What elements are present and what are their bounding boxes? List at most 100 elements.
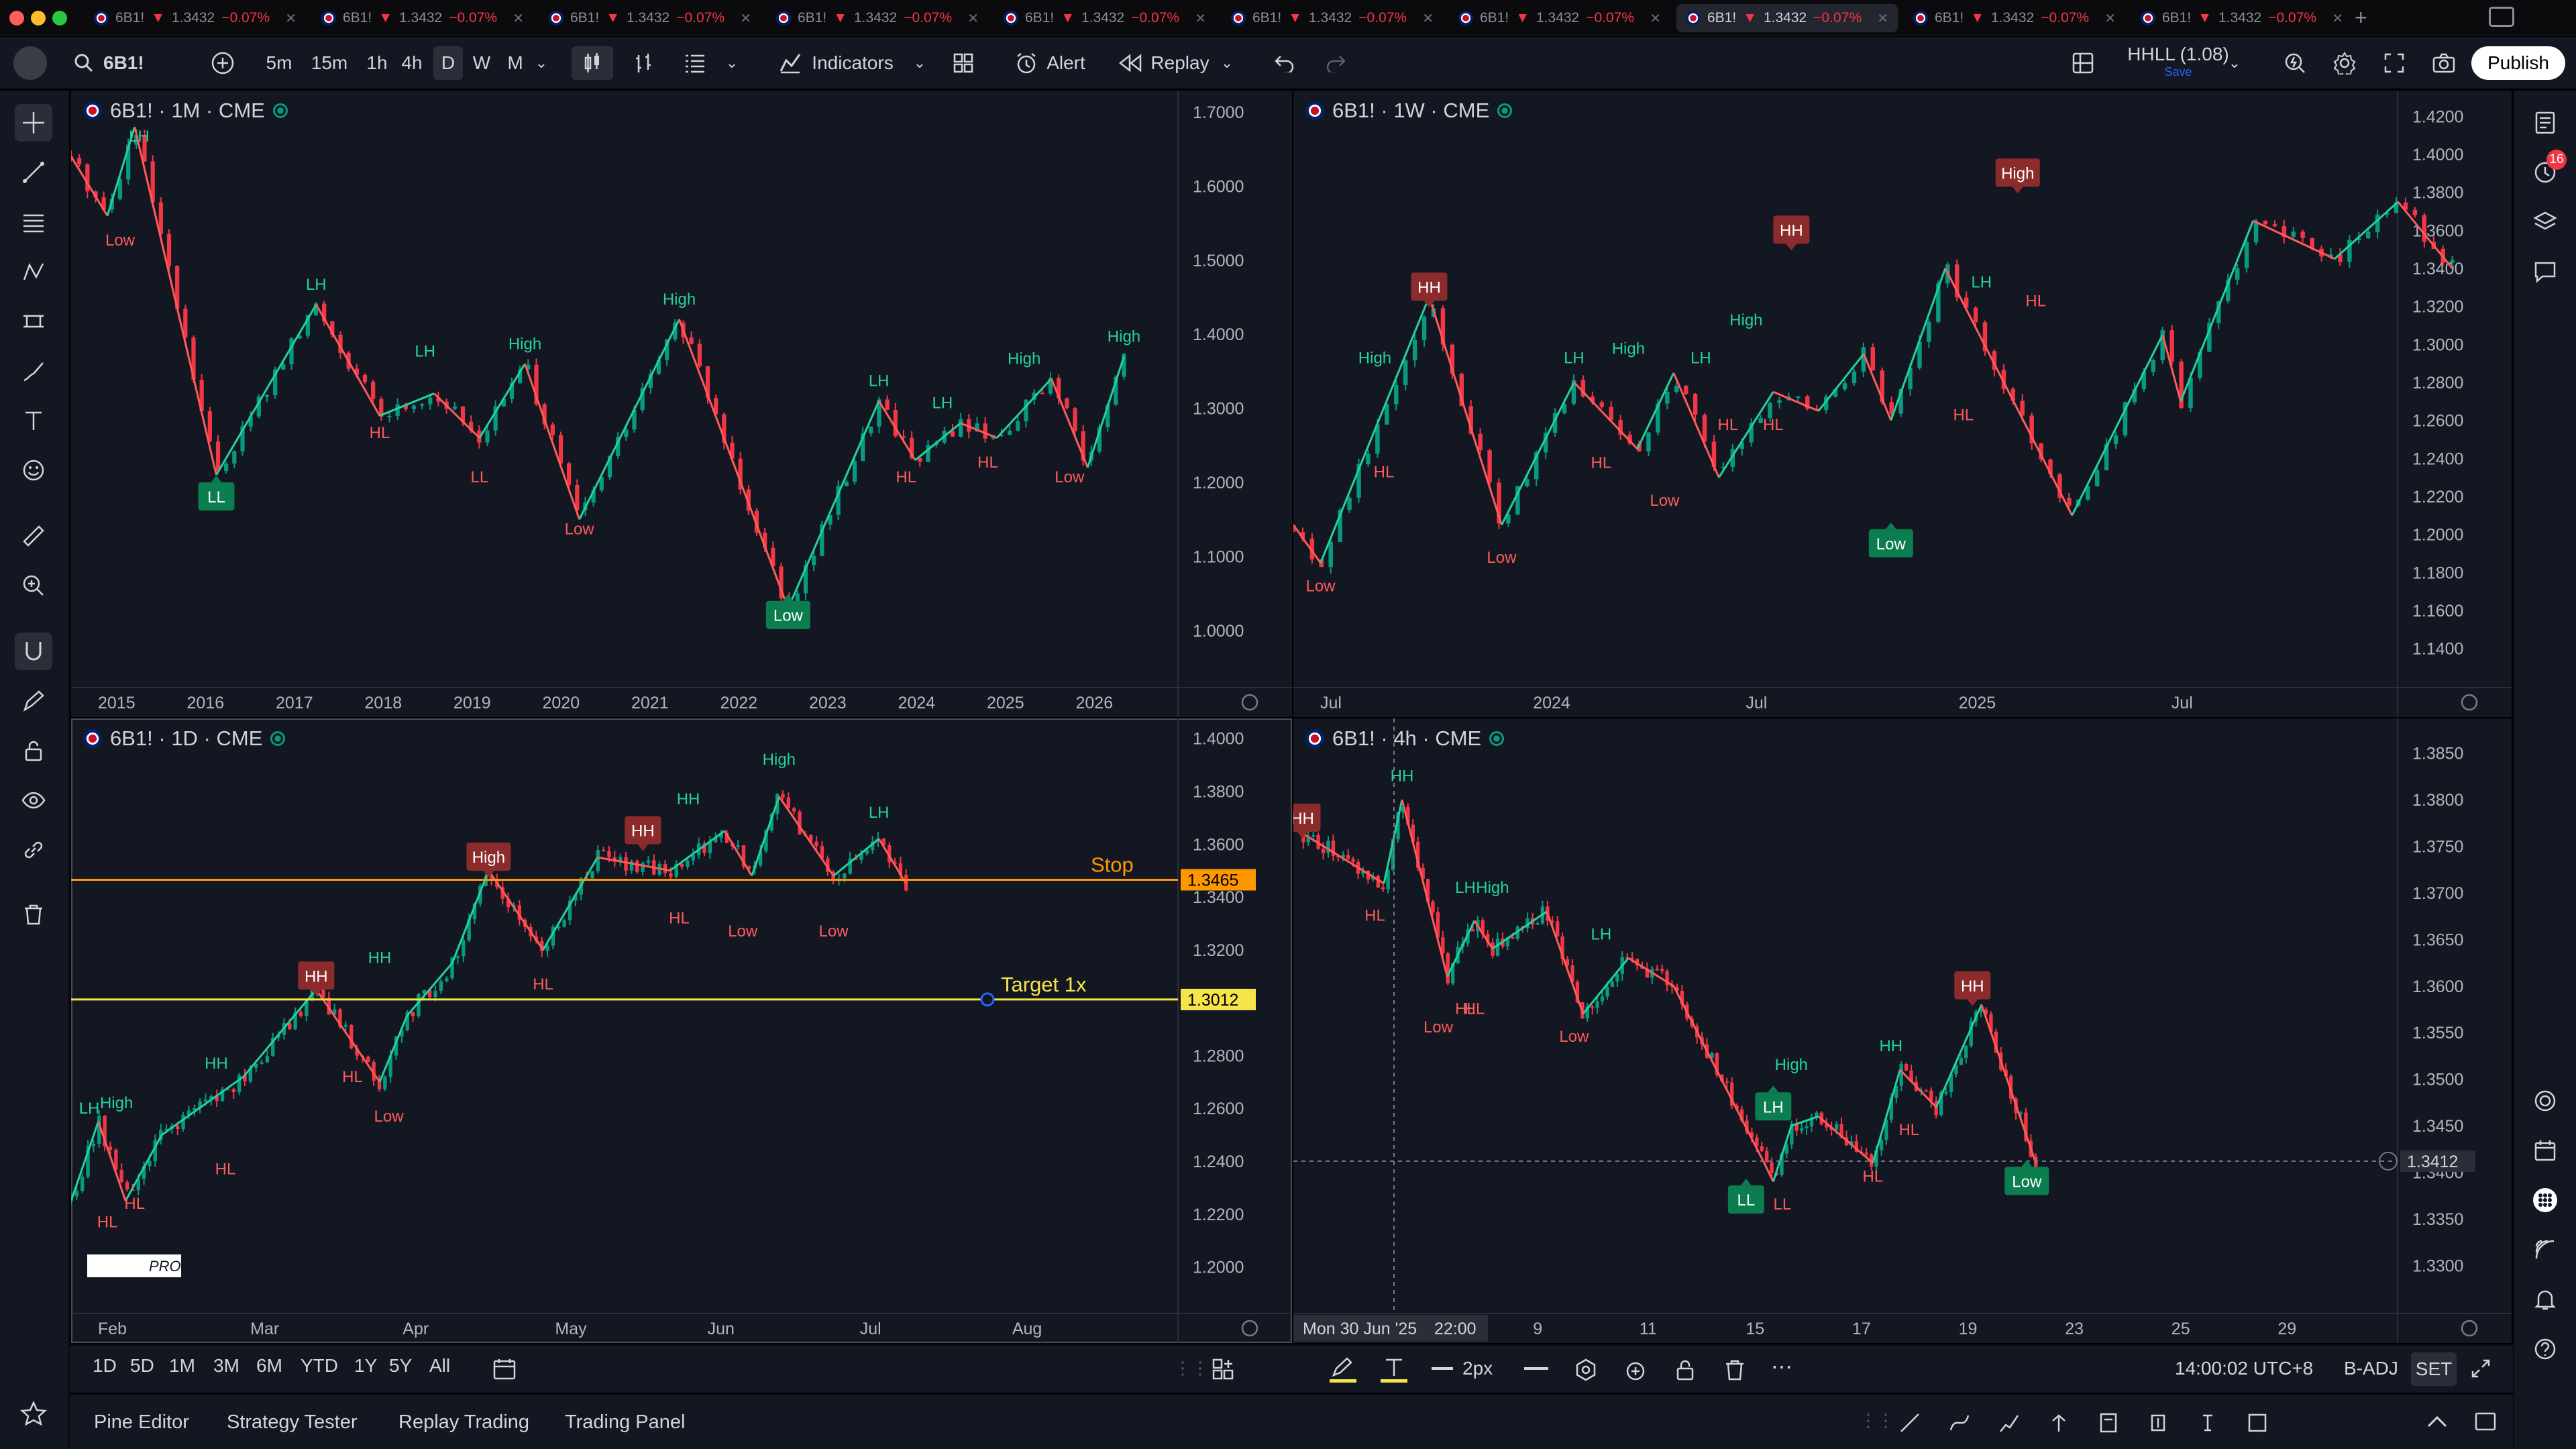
pitchfork-button[interactable] xyxy=(2047,1411,2070,1434)
interval-4h[interactable]: 4h xyxy=(397,46,427,80)
chart-settings-gear-icon[interactable] xyxy=(2461,694,2478,711)
publish-button[interactable]: Publish xyxy=(2471,46,2565,80)
zoom-window-icon[interactable] xyxy=(52,11,67,25)
alerts-button[interactable]: 16 xyxy=(2526,150,2567,191)
layout-dropdown[interactable]: ⌄ xyxy=(722,46,742,80)
adjustment-label[interactable]: B-ADJ xyxy=(2344,1358,2398,1379)
brush-path-button[interactable] xyxy=(1998,1411,2021,1434)
replay-dropdown[interactable]: ⌄ xyxy=(1217,46,1237,80)
footer-tab-replay-trading[interactable]: Replay Trading xyxy=(398,1411,529,1434)
more-options-icon[interactable]: ⋯ xyxy=(1771,1354,1792,1379)
browser-tab[interactable]: 6B1! ▼ 1.3432 −0.07% ✕ xyxy=(1904,4,2125,32)
range-6m[interactable]: 6M xyxy=(256,1355,282,1377)
chart-canvas[interactable]: 1.4200 1.4000 1.3800 1.3600 1.3400 1.3200 1.30… xyxy=(1293,91,2512,717)
symbol-search[interactable]: 6B1! xyxy=(74,46,208,80)
range-1m[interactable]: 1M xyxy=(169,1355,195,1377)
browser-tab[interactable]: 6B1! ▼ 1.3432 −0.07% ✕ xyxy=(1676,4,1898,32)
pattern-tool[interactable] xyxy=(15,253,52,290)
curve-button[interactable] xyxy=(1948,1411,1971,1434)
chart-title[interactable]: 6B1! · 1M · CME xyxy=(83,99,288,123)
text-cursor-button[interactable] xyxy=(2196,1411,2219,1434)
browser-tab[interactable]: 6B1! ▼ 1.3432 −0.07% ✕ xyxy=(767,4,988,32)
chart-settings-gear-icon[interactable] xyxy=(1241,1320,1258,1337)
close-tab-icon[interactable]: ✕ xyxy=(2332,10,2343,27)
compare-symbol-button[interactable] xyxy=(203,46,243,80)
products-button[interactable] xyxy=(2526,1181,2564,1219)
measure-tool[interactable] xyxy=(15,517,52,555)
magnet-tool[interactable] xyxy=(15,633,52,670)
drag-handle-icon[interactable]: ⋮⋮ xyxy=(1174,1358,1209,1379)
interval-w[interactable]: W xyxy=(467,46,496,80)
interval-1h[interactable]: 1h xyxy=(362,46,392,80)
zoom-tool[interactable] xyxy=(15,567,52,604)
interval-m[interactable]: M xyxy=(500,46,530,80)
chart-canvas[interactable]: 1.3850 1.3800 1.3750 1.3700 1.3650 1.3600 1.35… xyxy=(1293,718,2512,1343)
candles-chart-type-button[interactable] xyxy=(572,46,613,80)
crosshair-tool[interactable] xyxy=(15,104,52,142)
range-ytd[interactable]: YTD xyxy=(301,1355,338,1377)
sync-drawings-tool[interactable] xyxy=(15,831,52,869)
chart-pane[interactable]: 1.40001.38001.36001.34001.32001.30001.28… xyxy=(71,718,1292,1343)
target-anchor-handle[interactable] xyxy=(980,992,995,1007)
close-window-icon[interactable] xyxy=(9,11,24,25)
text-color-button[interactable] xyxy=(1381,1356,1407,1387)
settings-button[interactable] xyxy=(2328,46,2361,80)
fullscreen-button[interactable] xyxy=(2377,46,2411,80)
chart-title[interactable]: 6B1! · 1W · CME xyxy=(1305,99,1513,123)
interval-5m[interactable]: 5m xyxy=(264,46,294,80)
lock-drawing-button[interactable] xyxy=(1673,1358,1697,1385)
maximize-panel-button[interactable] xyxy=(2470,1358,2491,1383)
close-tab-icon[interactable]: ✕ xyxy=(1422,10,1434,27)
range-3m[interactable]: 3M xyxy=(213,1355,239,1377)
chart-pane[interactable]: 1.3850 1.3800 1.3750 1.3700 1.3650 1.3600 1.35… xyxy=(1293,718,2512,1343)
object-tree-button[interactable] xyxy=(2526,203,2564,241)
range-1d[interactable]: 1D xyxy=(93,1355,117,1377)
range-all[interactable]: All xyxy=(429,1355,450,1377)
close-tab-icon[interactable]: ✕ xyxy=(1650,10,1661,27)
quick-search-button[interactable] xyxy=(2278,46,2312,80)
interval-dropdown[interactable]: ⌄ xyxy=(531,46,551,80)
text-tool[interactable] xyxy=(15,402,52,439)
close-tab-icon[interactable]: ✕ xyxy=(2104,10,2116,27)
alert-button[interactable]: Alert xyxy=(1006,46,1093,80)
close-tab-icon[interactable]: ✕ xyxy=(285,10,297,27)
line-style-button[interactable] xyxy=(1524,1367,1548,1370)
clock-label[interactable]: 14:00:02 UTC+8 xyxy=(2175,1358,2313,1379)
notifications-button[interactable] xyxy=(2526,1281,2564,1318)
trend-line-button[interactable] xyxy=(1898,1411,1921,1434)
indicators-button[interactable]: Indicators xyxy=(770,46,902,80)
price-label-button[interactable] xyxy=(2147,1411,2169,1434)
data-feed-button[interactable] xyxy=(2526,1231,2564,1269)
undo-button[interactable] xyxy=(1268,46,1301,80)
range-5y[interactable]: 5Y xyxy=(389,1355,412,1377)
delete-drawing-button[interactable] xyxy=(1723,1358,1747,1385)
lock-drawings-tool[interactable] xyxy=(15,732,52,769)
collapse-panel-button[interactable] xyxy=(2426,1413,2449,1434)
chart-title[interactable]: 6B1! · 4h · CME xyxy=(1305,727,1505,751)
favorites-tool[interactable] xyxy=(15,1395,52,1432)
date-range-button[interactable] xyxy=(492,1358,517,1384)
sidebar-toggle-icon[interactable] xyxy=(2489,7,2514,27)
chart-canvas[interactable]: 1.7000 1.6000 1.5000 1.4000 1.3000 1.2000 1.10… xyxy=(71,91,1292,717)
screener-button[interactable] xyxy=(2526,1082,2564,1120)
chart-pane[interactable]: 1.7000 1.6000 1.5000 1.4000 1.3000 1.2000 1.10… xyxy=(71,91,1292,717)
browser-tab[interactable]: 6B1! ▼ 1.3432 −0.07% ✕ xyxy=(1222,4,1443,32)
emoji-tool[interactable] xyxy=(15,451,52,489)
close-tab-icon[interactable]: ✕ xyxy=(1195,10,1206,27)
rectangle-button[interactable] xyxy=(2246,1411,2269,1434)
note-button[interactable] xyxy=(2097,1411,2120,1434)
select-layout-button[interactable] xyxy=(2066,46,2100,80)
brush-tool[interactable] xyxy=(15,352,52,390)
close-tab-icon[interactable]: ✕ xyxy=(513,10,524,27)
watchlist-button[interactable] xyxy=(2526,104,2564,142)
line-width-button[interactable]: 2px xyxy=(1432,1358,1493,1379)
browser-tab[interactable]: 6B1! ▼ 1.3432 −0.07% ✕ xyxy=(2131,4,2353,32)
range-5d[interactable]: 5D xyxy=(130,1355,154,1377)
indicators-dropdown[interactable]: ⌄ xyxy=(910,46,930,80)
templates-button[interactable] xyxy=(945,46,982,80)
remove-drawings-tool[interactable] xyxy=(15,896,52,933)
alert-on-drawing-button[interactable] xyxy=(1623,1358,1648,1385)
bar-chart-type-button[interactable] xyxy=(625,46,663,80)
help-button[interactable] xyxy=(2526,1330,2564,1368)
minimize-window-icon[interactable] xyxy=(31,11,46,25)
